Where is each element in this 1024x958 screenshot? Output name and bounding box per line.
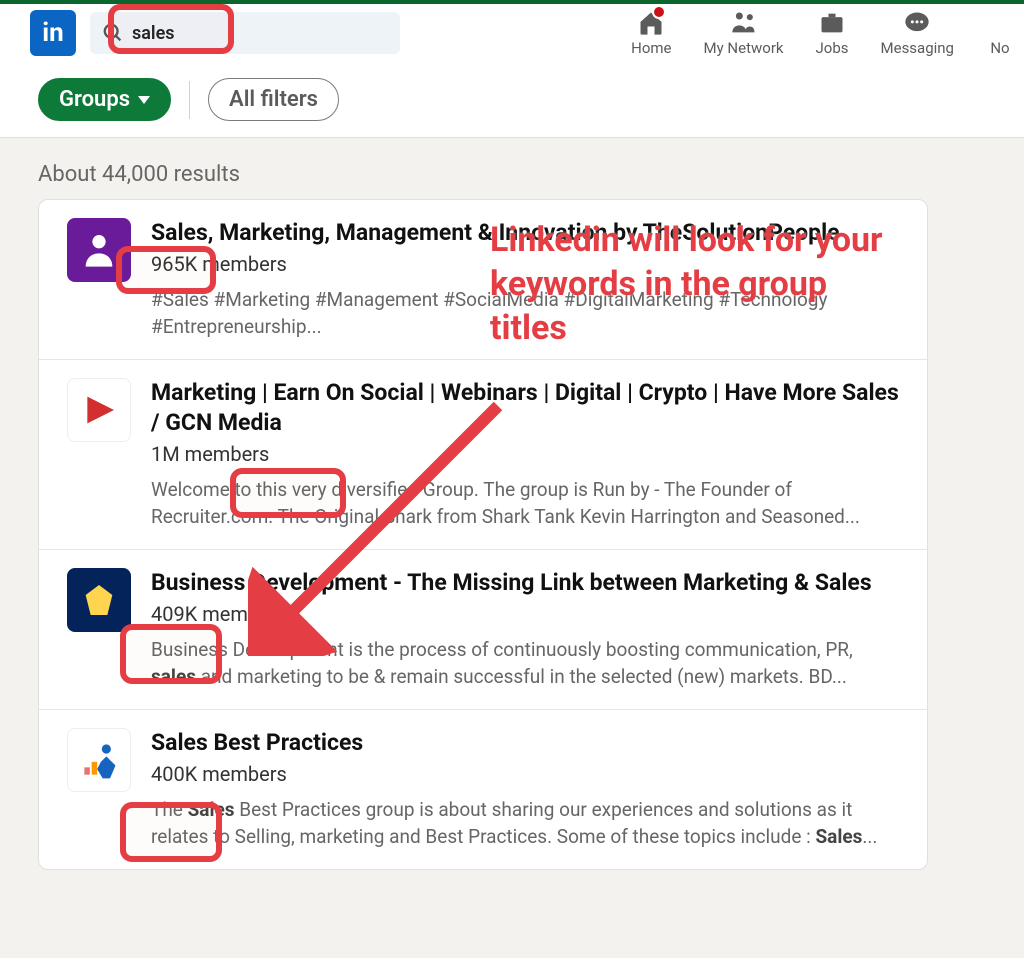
result-title[interactable]: Business Development - The Missing Link … (151, 568, 899, 598)
nav-network[interactable]: My Network (704, 9, 784, 57)
result-description: Business Development is the process of c… (151, 636, 899, 691)
filter-groups[interactable]: Groups (38, 78, 171, 121)
group-avatar (67, 728, 131, 792)
nav: Home My Network Jobs Messaging No (631, 9, 994, 57)
result-row[interactable]: Business Development - The Missing Link … (39, 550, 927, 710)
result-title[interactable]: Marketing | Earn On Social | Webinars | … (151, 378, 899, 438)
nav-label: My Network (704, 39, 784, 57)
nav-cutoff[interactable]: No (986, 9, 1014, 57)
bell-icon (986, 9, 1014, 37)
nav-label: Jobs (816, 39, 849, 57)
nav-label: Messaging (881, 39, 954, 57)
result-description: #Sales #Marketing #Management #SocialMed… (151, 286, 899, 341)
filter-all[interactable]: All filters (208, 78, 339, 121)
result-title[interactable]: Sales, Marketing, Management & Innovatio… (151, 218, 899, 248)
result-members: 409K members (151, 602, 899, 626)
result-row[interactable]: Marketing | Earn On Social | Webinars | … (39, 360, 927, 550)
nav-label: Home (631, 39, 671, 57)
result-row[interactable]: Sales Best Practices 400K members The Sa… (39, 710, 927, 869)
group-avatar (67, 568, 131, 632)
group-avatar (67, 378, 131, 442)
result-description: Welcome to this very diversified Group. … (151, 476, 899, 531)
divider (189, 81, 190, 119)
nav-label: No (990, 39, 1009, 57)
filter-bar: Groups All filters (0, 62, 1024, 138)
result-members: 965K members (151, 252, 899, 276)
messaging-icon (903, 9, 931, 37)
result-members: 400K members (151, 762, 899, 786)
result-body: Sales, Marketing, Management & Innovatio… (151, 218, 899, 341)
filter-label: All filters (229, 87, 318, 112)
top-bar: in Home My Network Jobs (0, 0, 1024, 62)
result-members: 1M members (151, 442, 899, 466)
filter-label: Groups (59, 87, 130, 112)
chevron-down-icon (138, 96, 150, 104)
result-row[interactable]: Sales, Marketing, Management & Innovatio… (39, 200, 927, 360)
nav-home[interactable]: Home (631, 9, 671, 57)
briefcase-icon (818, 9, 846, 37)
result-description: The Sales Best Practices group is about … (151, 796, 899, 851)
result-count: About 44,000 results (38, 162, 986, 187)
network-icon (730, 9, 758, 37)
search-input[interactable] (90, 12, 400, 54)
linkedin-logo[interactable]: in (30, 10, 76, 56)
content: About 44,000 results Sales, Marketing, M… (0, 138, 1024, 870)
results-card: Sales, Marketing, Management & Innovatio… (38, 199, 928, 870)
nav-jobs[interactable]: Jobs (816, 9, 849, 57)
search-icon (102, 22, 124, 44)
result-body: Business Development - The Missing Link … (151, 568, 899, 691)
group-avatar (67, 218, 131, 282)
result-body: Marketing | Earn On Social | Webinars | … (151, 378, 899, 531)
result-body: Sales Best Practices 400K members The Sa… (151, 728, 899, 851)
notification-badge (652, 5, 666, 19)
search-wrap (90, 12, 400, 54)
nav-messaging[interactable]: Messaging (881, 9, 954, 57)
result-title[interactable]: Sales Best Practices (151, 728, 899, 758)
